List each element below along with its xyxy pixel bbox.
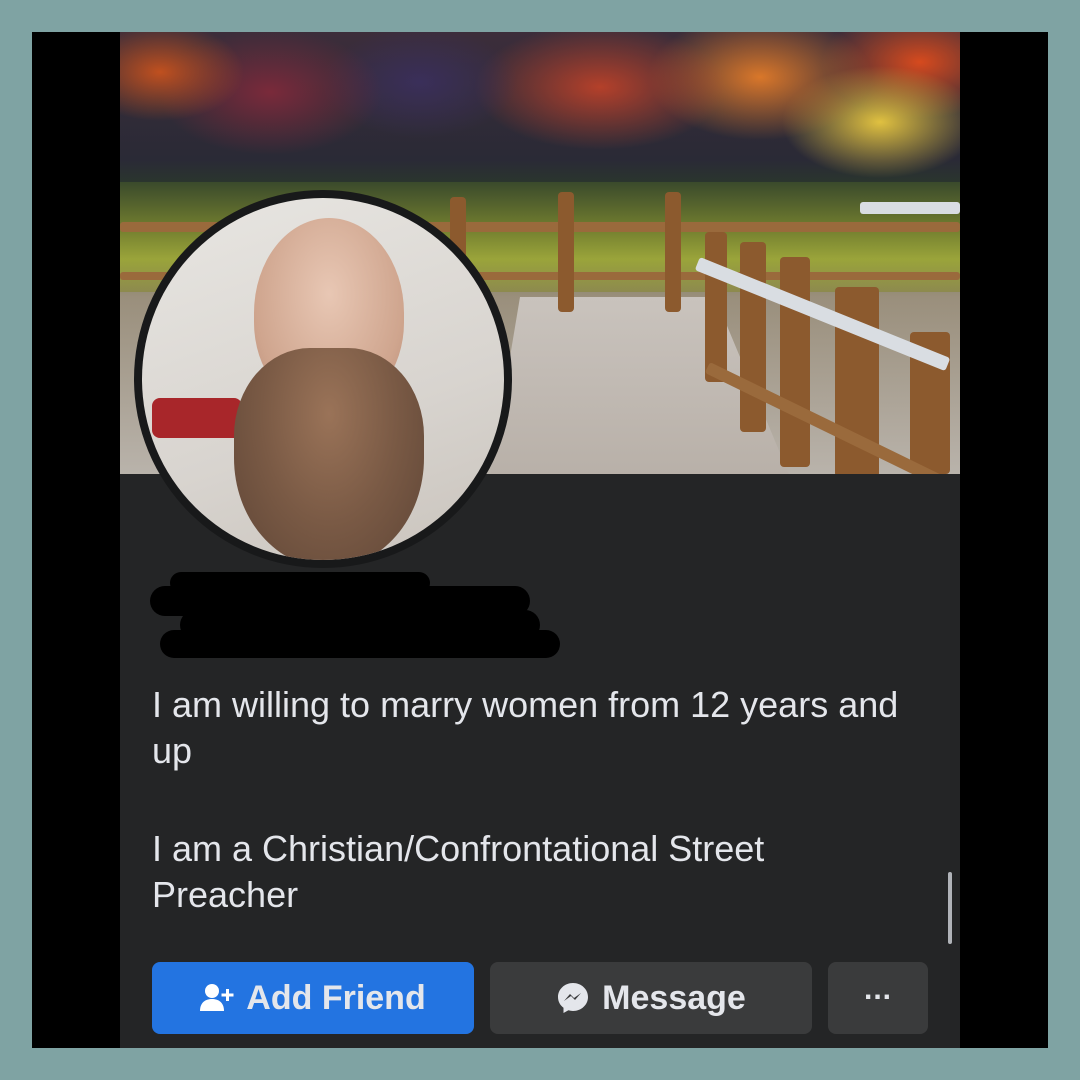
profile-screen: I am willing to marry women from 12 year… (120, 32, 960, 1048)
message-label: Message (602, 978, 746, 1017)
message-button[interactable]: Message (490, 962, 812, 1034)
scrollbar[interactable] (948, 872, 952, 944)
more-options-icon: ... (863, 973, 892, 1006)
profile-picture[interactable] (142, 198, 504, 560)
cover-foliage (120, 32, 960, 192)
fence-rail (860, 202, 960, 214)
redacted-name (150, 572, 560, 662)
avatar-background-object (152, 398, 242, 438)
bio-line-2: I am a Christian/Confrontational Street … (152, 828, 765, 915)
fence-post (665, 192, 681, 312)
add-friend-icon (200, 983, 234, 1013)
messenger-icon (556, 981, 590, 1015)
fence-post (780, 257, 810, 467)
fence-post (558, 192, 574, 312)
profile-actions: Add Friend Message ... (152, 962, 928, 1034)
add-friend-label: Add Friend (246, 978, 426, 1017)
more-options-button[interactable]: ... (828, 962, 928, 1034)
add-friend-button[interactable]: Add Friend (152, 962, 474, 1034)
fence-post (705, 232, 727, 382)
fence-post (740, 242, 766, 432)
avatar-beard (234, 348, 424, 560)
bio-line-1: I am willing to marry women from 12 year… (152, 684, 899, 771)
